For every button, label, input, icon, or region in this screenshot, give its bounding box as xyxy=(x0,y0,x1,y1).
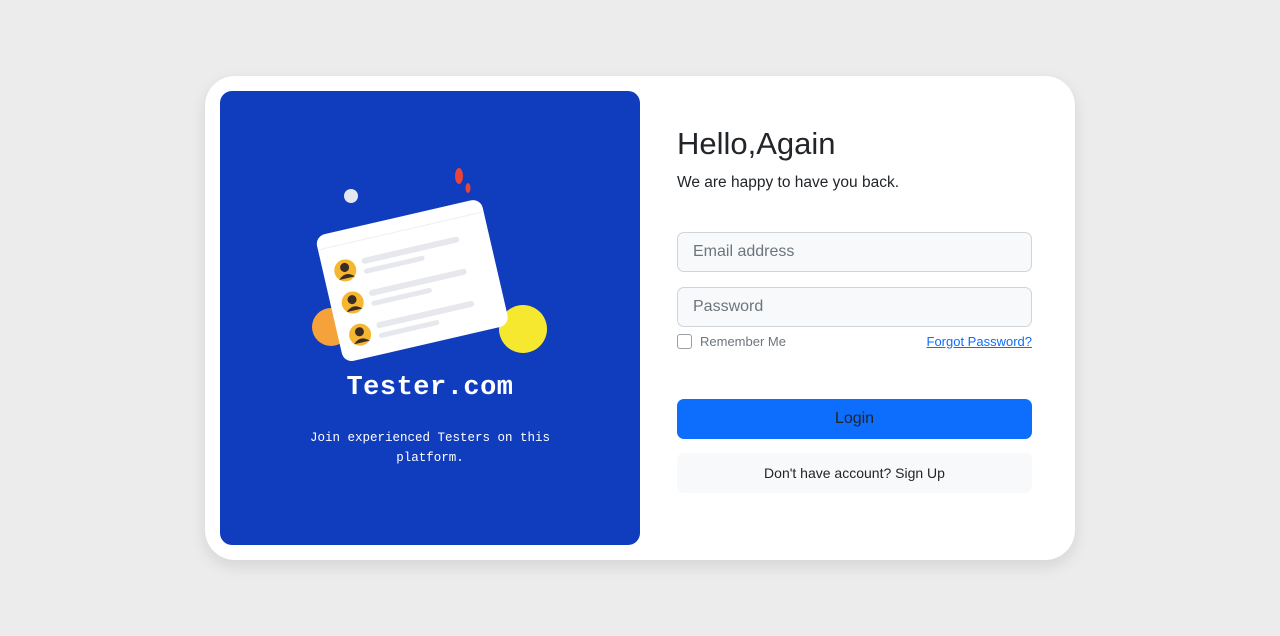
login-card: Tester.com Join experienced Testers on t… xyxy=(205,76,1075,560)
login-button[interactable]: Login xyxy=(677,399,1032,439)
signup-button[interactable]: Don't have account? Sign Up xyxy=(677,453,1032,493)
brand-panel: Tester.com Join experienced Testers on t… xyxy=(220,91,640,545)
red-drop-small-decoration xyxy=(465,183,471,193)
red-drop-decoration xyxy=(455,168,463,184)
password-field[interactable] xyxy=(677,287,1032,327)
remember-me-label[interactable]: Remember Me xyxy=(700,334,786,349)
greeting-subtitle: We are happy to have you back. xyxy=(677,174,900,191)
forgot-password-link[interactable]: Forgot Password? xyxy=(927,334,1033,349)
email-field[interactable] xyxy=(677,232,1032,272)
login-form: Hello,Again We are happy to have you bac… xyxy=(677,76,1032,560)
remember-row: Remember Me Forgot Password? xyxy=(677,333,1032,351)
greeting-title: Hello,Again xyxy=(677,126,836,161)
user-list-card-illustration xyxy=(312,168,547,361)
grey-dot-decoration xyxy=(344,189,358,203)
brand-tagline: Join experienced Testers on this platfor… xyxy=(309,431,551,465)
brand-name: Tester.com xyxy=(346,373,514,403)
remember-me-checkbox[interactable] xyxy=(677,334,692,349)
